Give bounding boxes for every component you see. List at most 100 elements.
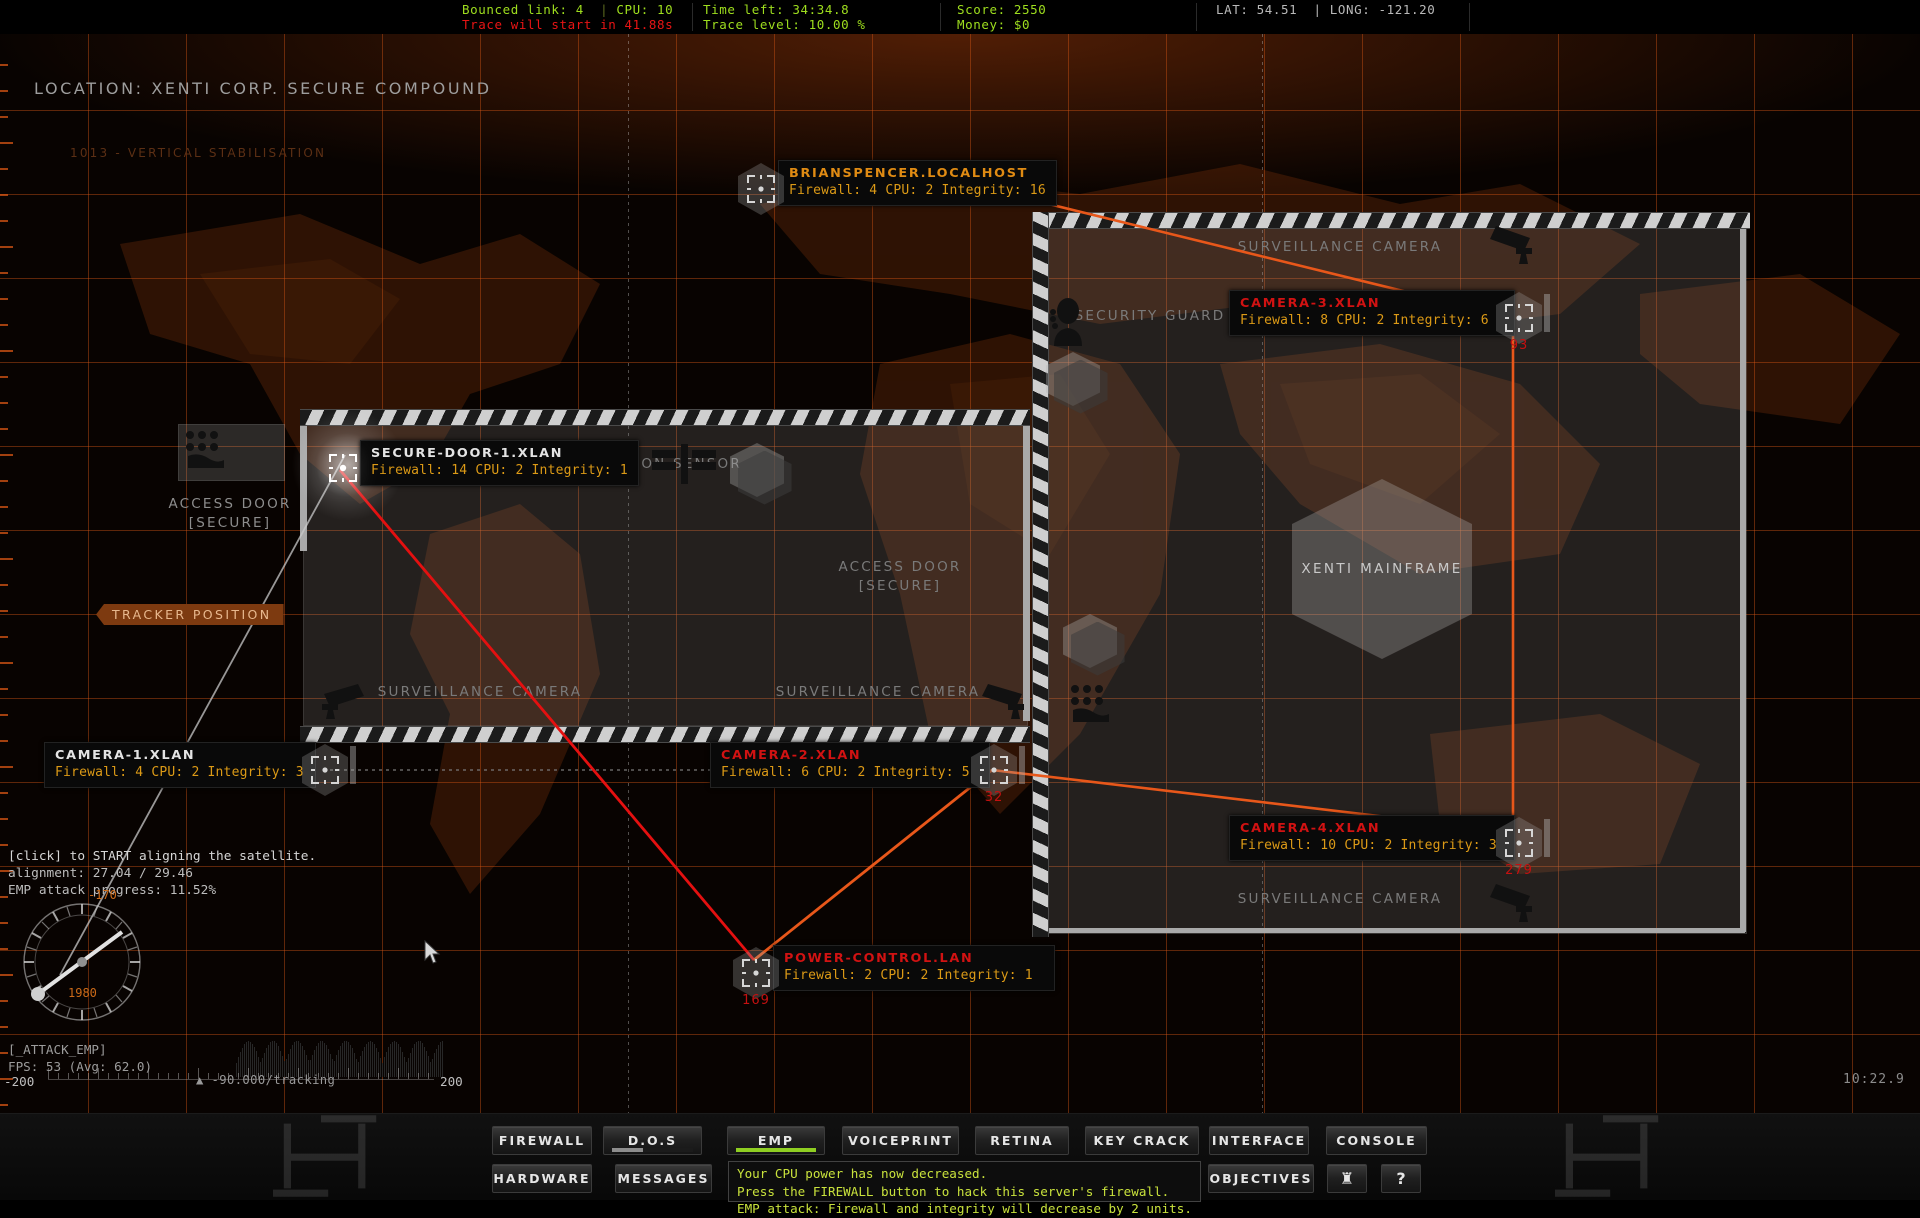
node-stats: Firewall: 10 CPU: 2 Integrity: 3	[1240, 837, 1504, 855]
bounced-link-value: Bounced link: 4	[462, 2, 584, 17]
tool-button-retina[interactable]: RETINA	[975, 1126, 1069, 1155]
tool-button-firewall[interactable]: FIREWALL	[492, 1126, 592, 1155]
node-camera-1[interactable]: CAMERA-1.XLAN Firewall: 4 CPU: 2 Integri…	[44, 742, 316, 788]
axis-label-left: -200	[4, 1074, 34, 1089]
latitude-value: LAT: 54.51	[1216, 2, 1297, 17]
tool-button-interface[interactable]: INTERFACE	[1209, 1126, 1309, 1155]
hazard-strip-left-top	[300, 409, 1030, 426]
objectives-button[interactable]: OBJECTIVES	[1208, 1164, 1314, 1193]
top-status-bar: Bounced link: 4 | CPU: 10 Trace will sta…	[0, 0, 1920, 34]
tool-button-console[interactable]: CONSOLE	[1326, 1126, 1427, 1155]
dial-value-top: -170	[88, 888, 117, 902]
trophy-button-label: ♜	[1340, 1169, 1354, 1188]
node-counter: 93	[1496, 338, 1542, 353]
xenti-mainframe[interactable]: XENTI MAINFRAME	[1292, 479, 1472, 659]
node-stats: Firewall: 8 CPU: 2 Integrity: 6	[1240, 312, 1504, 330]
bottom-toolbar: FIREWALL D.O.S EMP VOICEPRINT RETINA KEY CRAC…	[0, 1113, 1920, 1200]
label-surveillance-camera-1: Surveillance camera	[370, 683, 590, 702]
emp-progress: EMP attack progress: 11.52%	[8, 882, 316, 899]
camera-icon-1	[320, 680, 374, 720]
tool-button-d-o-s[interactable]: D.O.S	[603, 1126, 702, 1155]
node-marker-icon[interactable]: 32	[971, 744, 1017, 796]
time-left-value: Time left: 34:34.8	[703, 2, 866, 17]
help-button[interactable]: ?	[1381, 1164, 1421, 1193]
label-surveillance-camera-2: Surveillance camera	[768, 683, 988, 702]
label-access-door-mid: Access door[SECURE]	[790, 558, 1010, 596]
crosshair-icon	[741, 958, 771, 988]
trace-level-value: Trace level: 10.00 %	[703, 17, 866, 32]
axis-label-right: 200	[440, 1074, 463, 1089]
tool-button-label: CONSOLE	[1336, 1133, 1416, 1148]
tool-button-messages[interactable]: MESSAGES	[615, 1164, 712, 1193]
node-camera-2[interactable]: CAMERA-2.XLAN Firewall: 6 CPU: 2 Integri…	[710, 742, 990, 788]
wall-left-right-edge	[1023, 421, 1030, 721]
node-stats: Firewall: 6 CPU: 2 Integrity: 5	[721, 764, 979, 782]
node-marker-icon[interactable]: 169	[733, 947, 779, 999]
node-camera-4[interactable]: CAMERA-4.XLAN Firewall: 10 CPU: 2 Integr…	[1229, 815, 1515, 861]
crosshair-icon	[746, 174, 776, 204]
location-title: LOCATION: Xenti Corp. Secure compound	[34, 79, 492, 98]
hazard-strip-right-top	[1032, 212, 1750, 229]
score-value: Score: 2550	[957, 2, 1046, 17]
crosshair-icon	[1504, 303, 1534, 333]
tool-progress-bar	[736, 1148, 816, 1152]
node-name: POWER-CONTROL.LAN	[784, 950, 1044, 967]
camera-icon-3	[1480, 222, 1534, 266]
node-secure-door-1[interactable]: SECURE-DOOR-1.XLAN Firewall: 14 CPU: 2 I…	[320, 440, 639, 486]
node-name: CAMERA-2.XLAN	[721, 747, 979, 764]
crosshair-icon	[1504, 828, 1534, 858]
tool-button-label: MESSAGES	[618, 1171, 710, 1186]
logo-left	[258, 1114, 408, 1198]
keypad-icon-right	[1068, 682, 1114, 722]
node-stats: Firewall: 4 CPU: 2 Integrity: 16	[789, 182, 1046, 200]
wall-right-bottom	[1035, 928, 1745, 933]
tool-progress-bar	[612, 1148, 693, 1152]
tool-button-voiceprint[interactable]: VOICEPRINT	[842, 1126, 959, 1155]
node-power-control[interactable]: 169 POWER-CONTROL.LAN Firewall: 2 CPU: 2…	[733, 945, 1055, 991]
label-surveillance-camera-3: Surveillance camera	[1190, 238, 1490, 257]
cpu-value: CPU: 10	[616, 2, 673, 17]
node-marker-icon[interactable]	[738, 163, 784, 215]
status-group-time: Time left: 34:34.8 Trace level: 10.00 %	[703, 2, 866, 32]
node-name: SECURE-DOOR-1.XLAN	[371, 445, 628, 462]
tool-button-label: VOICEPRINT	[848, 1133, 953, 1148]
tool-button-label: EMP	[758, 1133, 794, 1148]
tool-button-label: HARDWARE	[493, 1171, 590, 1186]
node-stats: Firewall: 4 CPU: 2 Integrity: 3	[55, 764, 305, 782]
trophy-button[interactable]: ♜	[1327, 1164, 1367, 1193]
label-surveillance-camera-4: Surveillance camera	[1190, 890, 1490, 909]
left-ruler	[0, 34, 14, 1114]
tool-button-emp[interactable]: EMP	[727, 1126, 825, 1155]
node-marker-icon[interactable]	[302, 744, 348, 796]
node-marker-icon[interactable]: 93	[1496, 292, 1542, 344]
node-name: CAMERA-4.XLAN	[1240, 820, 1504, 837]
message-line-1: Your CPU power has now decreased.	[737, 1165, 1192, 1183]
node-camera-3[interactable]: CAMERA-3.XLAN Firewall: 8 CPU: 2 Integri…	[1229, 290, 1515, 336]
node-brianspencer[interactable]: BRIANSPENCER.LOCALHOST Firewall: 4 CPU: …	[738, 160, 1057, 206]
message-line-3: EMP attack: Firewall and integrity will …	[737, 1200, 1192, 1218]
status-group-score: Score: 2550 Money: $0	[957, 2, 1046, 32]
node-marker-icon[interactable]: 279	[1496, 817, 1542, 869]
security-guard-icon	[1046, 296, 1090, 346]
status-group-coords: LAT: 54.51 | LONG: -121.20	[1216, 2, 1435, 17]
node-name: CAMERA-3.XLAN	[1240, 295, 1504, 312]
dial-value-bottom: 1980	[68, 986, 97, 1000]
trace-warning: Trace will start in 41.88s	[462, 17, 673, 32]
node-counter: 32	[971, 790, 1017, 805]
server-hex-1	[1046, 352, 1100, 406]
satellite-alignment: alignment: 27.04 / 29.46	[8, 865, 316, 882]
longitude-value: LONG: -121.20	[1330, 2, 1436, 17]
game-screen: Bounced link: 4 | CPU: 10 Trace will sta…	[0, 0, 1920, 1200]
message-log: Your CPU power has now decreased. Press …	[728, 1161, 1201, 1202]
satellite-dial[interactable]	[18, 898, 146, 1026]
tool-button-label: RETINA	[990, 1133, 1053, 1148]
message-line-2: Press the FIREWALL button to hack this s…	[737, 1183, 1192, 1201]
fps-label: FPS: 53 (Avg: 62.0)	[8, 1058, 152, 1075]
satellite-hint[interactable]: [click] to START aligning the satellite.	[8, 848, 316, 865]
crosshair-icon	[328, 453, 358, 483]
tool-button-hardware[interactable]: HARDWARE	[492, 1164, 592, 1193]
help-button-label: ?	[1396, 1169, 1405, 1188]
node-marker-icon[interactable]	[320, 442, 366, 494]
mainframe-label: XENTI MAINFRAME	[1292, 479, 1472, 659]
tool-button-key-crack[interactable]: KEY CRACK	[1085, 1126, 1199, 1155]
